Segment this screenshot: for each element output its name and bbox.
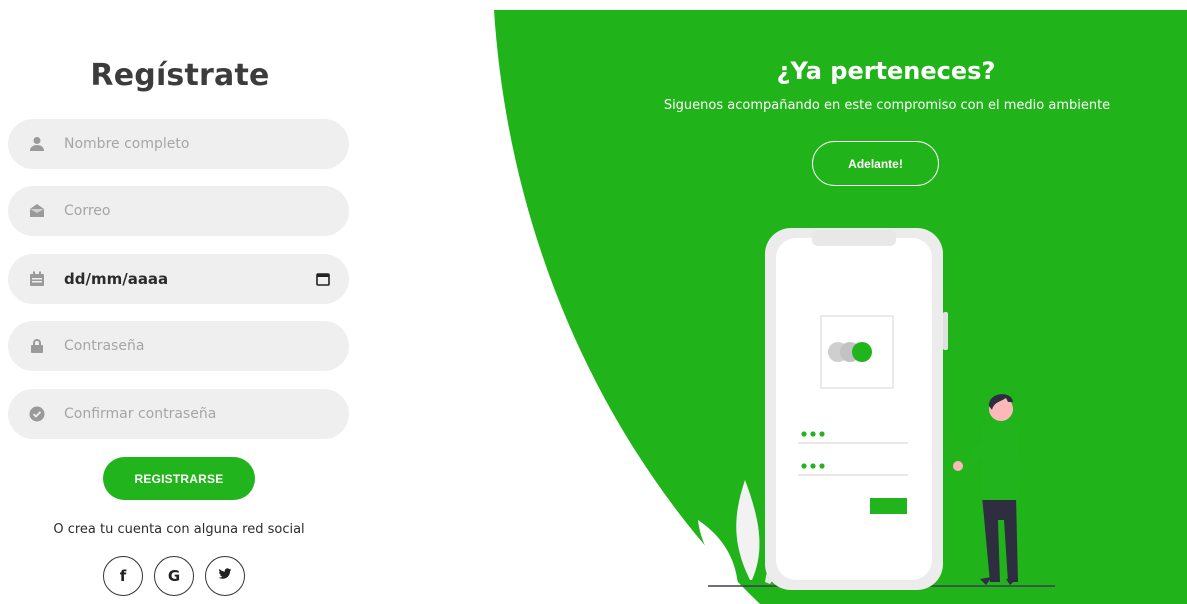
- check-circle-icon: [28, 405, 46, 423]
- login-panel-title: ¿Ya perteneces?: [776, 57, 996, 85]
- lock-icon: [28, 337, 46, 355]
- google-button[interactable]: G: [154, 556, 194, 596]
- social-buttons: f G: [103, 556, 245, 596]
- go-to-login-button[interactable]: Adelante!: [812, 141, 939, 186]
- social-signup-text: O crea tu cuenta con alguna red social: [53, 522, 305, 537]
- twitter-icon: [218, 567, 232, 585]
- twitter-button[interactable]: [205, 556, 245, 596]
- phone-login-illustration: [698, 228, 1055, 590]
- calendar-icon: [28, 270, 46, 288]
- birthdate-field[interactable]: dd/mm/aaaa: [8, 254, 349, 304]
- envelope-icon: [28, 202, 46, 220]
- facebook-button[interactable]: f: [103, 556, 143, 596]
- birthdate-input[interactable]: dd/mm/aaaa: [64, 270, 168, 288]
- google-icon: G: [167, 567, 181, 585]
- register-button[interactable]: REGISTRARSE: [103, 457, 255, 500]
- user-icon: [28, 135, 46, 153]
- login-panel-subtitle: Siguenos acompañando en este compromiso …: [663, 98, 1111, 113]
- confirm-password-input[interactable]: [64, 399, 314, 429]
- page-title: Regístrate: [90, 58, 270, 93]
- password-field[interactable]: [8, 321, 349, 371]
- facebook-icon: f: [119, 567, 127, 585]
- full-name-field[interactable]: [8, 119, 349, 169]
- calendar-picker-icon[interactable]: [315, 271, 331, 287]
- password-input[interactable]: [64, 331, 314, 361]
- full-name-input[interactable]: [64, 129, 314, 159]
- email-field[interactable]: [8, 186, 349, 236]
- person-illustration: [953, 394, 1022, 585]
- confirm-password-field[interactable]: [8, 389, 349, 439]
- email-input[interactable]: [64, 196, 314, 226]
- register-form: Regístrate dd/mm/aaaa REGISTRARSE: [0, 0, 360, 604]
- phone-mockup: [765, 228, 948, 590]
